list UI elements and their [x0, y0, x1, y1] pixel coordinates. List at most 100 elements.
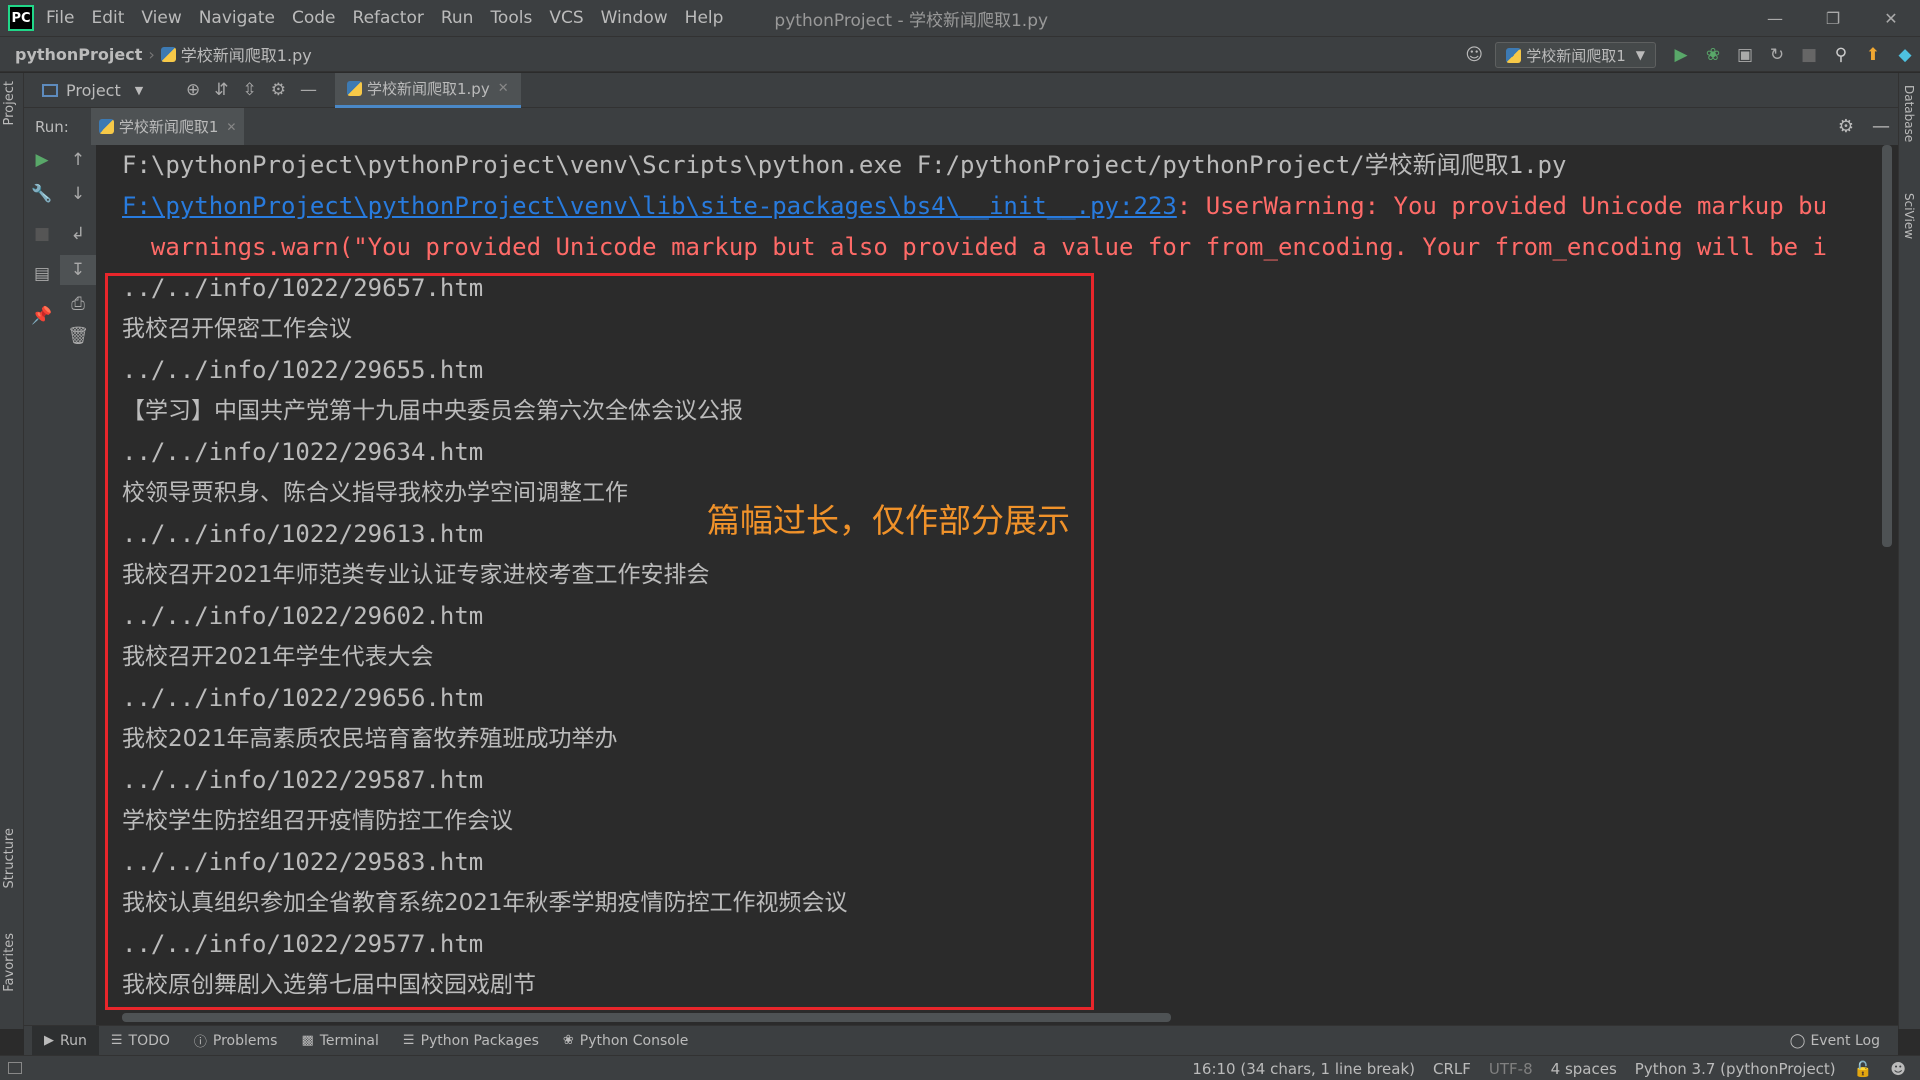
- console-command-line: F:\pythonProject\pythonProject\venv\Scri…: [122, 151, 1567, 179]
- left-tool-stripe: Project Structure Favorites: [0, 73, 24, 1029]
- run-toolbar-primary: ▶ 🔧 ■ ▤ 📌: [24, 145, 60, 1025]
- python-file-icon: [160, 46, 176, 62]
- python-file-icon: [347, 81, 362, 96]
- run-label: Run:: [35, 117, 69, 136]
- menu-refactor[interactable]: Refactor: [353, 8, 424, 28]
- warning-source-link[interactable]: F:\pythonProject\pythonProject\venv\lib\…: [122, 192, 1177, 220]
- truncation-annotation: 篇幅过长，仅作部分展示: [707, 501, 1070, 540]
- close-tab-icon[interactable]: ✕: [498, 81, 509, 96]
- run-tool-button[interactable]: ▶ Run: [32, 1025, 99, 1056]
- hide-icon[interactable]: —: [300, 80, 317, 100]
- run-config-select[interactable]: 学校新闻爬取1 ▼: [1495, 42, 1656, 68]
- close-tab-icon[interactable]: ✕: [226, 120, 236, 134]
- tool-window-toggle-icon[interactable]: [8, 1062, 22, 1074]
- vertical-scrollbar[interactable]: [1882, 145, 1892, 547]
- restore-icon[interactable]: ❐: [1804, 0, 1862, 36]
- python-interpreter[interactable]: Python 3.7 (pythonProject): [1635, 1060, 1836, 1078]
- console-output-line: 我校召开2021年学生代表大会: [122, 644, 434, 670]
- speech-bubble-icon: ◯: [1789, 1033, 1806, 1049]
- gear-icon[interactable]: ⚙: [1838, 116, 1854, 137]
- collapse-all-icon[interactable]: ⇳: [243, 80, 257, 100]
- line-separator[interactable]: CRLF: [1433, 1060, 1471, 1078]
- coverage-icon[interactable]: ▣: [1734, 44, 1756, 66]
- indent-setting[interactable]: 4 spaces: [1551, 1060, 1617, 1078]
- todo-tool-button[interactable]: ☰ TODO: [99, 1026, 182, 1056]
- menu-window[interactable]: Window: [601, 8, 668, 28]
- python-packages-tool-button[interactable]: ☰ Python Packages: [391, 1026, 551, 1056]
- caret-position[interactable]: 16:10 (34 chars, 1 line break): [1192, 1060, 1415, 1078]
- right-tool-stripe: Database SciView: [1898, 73, 1920, 1029]
- expand-all-icon[interactable]: ⇵: [214, 80, 228, 100]
- inspector-icon[interactable]: ☻: [1890, 1060, 1906, 1078]
- search-icon[interactable]: ⚲: [1830, 44, 1852, 66]
- trash-icon[interactable]: 🗑: [60, 321, 96, 351]
- print-icon[interactable]: ⎙: [60, 289, 96, 319]
- menu-vcs[interactable]: VCS: [549, 8, 583, 28]
- breadcrumb-project[interactable]: pythonProject: [15, 45, 142, 64]
- project-view-dropdown[interactable]: Project ▼: [42, 81, 172, 100]
- terminal-icon: ▩: [301, 1033, 314, 1048]
- menu-run[interactable]: Run: [441, 8, 474, 28]
- console-output-line: 【学习】中国共产党第十九届中央委员会第六次全体会议公报: [122, 398, 743, 424]
- event-log-label: Event Log: [1810, 1033, 1880, 1049]
- python-file-icon: [1506, 47, 1522, 63]
- console-output-line: ../../info/1022/29634.htm: [122, 438, 484, 466]
- soft-wrap-icon[interactable]: ↲: [60, 219, 96, 249]
- warning-text: : UserWarning: You provided Unicode mark…: [1176, 192, 1828, 220]
- up-arrow-icon[interactable]: ↑: [60, 145, 96, 175]
- console-output-line: ../../info/1022/29577.htm: [122, 930, 484, 958]
- user-icon[interactable]: ☺: [1463, 44, 1485, 66]
- rerun-icon[interactable]: ▶: [24, 145, 60, 175]
- scroll-to-end-icon[interactable]: ↧: [60, 255, 96, 285]
- status-bar: 16:10 (34 chars, 1 line break) CRLF UTF-…: [0, 1055, 1920, 1080]
- problems-tool-button[interactable]: ⓘ Problems: [182, 1026, 290, 1056]
- stop-icon[interactable]: ■: [1798, 44, 1820, 66]
- menu-navigate[interactable]: Navigate: [199, 8, 275, 28]
- python-console-tool-button[interactable]: ❀ Python Console: [551, 1026, 700, 1056]
- breadcrumb-file[interactable]: 学校新闻爬取1.py: [181, 42, 312, 66]
- menu-file[interactable]: File: [46, 8, 74, 28]
- list-icon: ☰: [110, 1033, 123, 1048]
- python-console-icon: ❀: [562, 1033, 574, 1048]
- down-arrow-icon[interactable]: ↓: [60, 179, 96, 209]
- plugin-icon[interactable]: ◆: [1894, 44, 1916, 66]
- wrench-icon[interactable]: 🔧: [24, 179, 60, 209]
- terminal-tool-button[interactable]: ▩ Terminal: [289, 1026, 390, 1056]
- layout-icon[interactable]: ▤: [24, 259, 60, 289]
- project-tool-tab[interactable]: Project: [2, 81, 17, 125]
- run-tool-label: Run: [60, 1032, 87, 1049]
- editor-tab[interactable]: 学校新闻爬取1.py ✕: [335, 72, 521, 108]
- sciview-tool-tab[interactable]: SciView: [1902, 193, 1916, 239]
- menu-code[interactable]: Code: [292, 8, 336, 28]
- close-icon[interactable]: ✕: [1862, 0, 1920, 36]
- menu-tools[interactable]: Tools: [490, 8, 532, 28]
- structure-tool-tab[interactable]: Structure: [2, 828, 17, 888]
- lock-icon[interactable]: 🔓: [1854, 1060, 1873, 1078]
- database-tool-tab[interactable]: Database: [1902, 85, 1916, 142]
- pin-icon[interactable]: 📌: [24, 301, 60, 331]
- menu-help[interactable]: Help: [685, 8, 724, 28]
- horizontal-scrollbar[interactable]: [122, 1013, 1171, 1022]
- project-view-label: Project: [66, 80, 121, 100]
- console-output-line: 我校召开2021年师范类专业认证专家进校考查工作安排会: [122, 562, 710, 588]
- favorites-tool-tab[interactable]: Favorites: [2, 933, 17, 992]
- stop-icon[interactable]: ■: [24, 219, 60, 249]
- menu-view[interactable]: View: [141, 8, 181, 28]
- file-encoding[interactable]: UTF-8: [1489, 1060, 1533, 1078]
- gear-icon[interactable]: ⚙: [271, 80, 286, 100]
- locate-icon[interactable]: ⊕: [186, 80, 200, 100]
- hide-icon[interactable]: —: [1872, 116, 1890, 137]
- debug-icon[interactable]: ❀: [1702, 44, 1724, 66]
- profile-icon[interactable]: ↻: [1766, 44, 1788, 66]
- run-icon[interactable]: ▶: [1670, 44, 1692, 66]
- menu-edit[interactable]: Edit: [91, 8, 124, 28]
- update-icon[interactable]: ⬆: [1862, 44, 1884, 66]
- minimize-icon[interactable]: —: [1746, 0, 1804, 36]
- problems-tool-label: Problems: [212, 1032, 278, 1049]
- console-output-line: ../../info/1022/29613.htm: [122, 520, 484, 548]
- console-output[interactable]: F:\pythonProject\pythonProject\venv\Scri…: [96, 145, 1880, 1025]
- window-title: pythonProject - 学校新闻爬取1.py: [774, 10, 1049, 31]
- event-log-button[interactable]: ◯ Event Log: [1790, 1026, 1880, 1056]
- run-tab[interactable]: 学校新闻爬取1 ✕: [90, 108, 245, 145]
- console-warn-call-line: warnings.warn("You provided Unicode mark…: [122, 233, 1828, 261]
